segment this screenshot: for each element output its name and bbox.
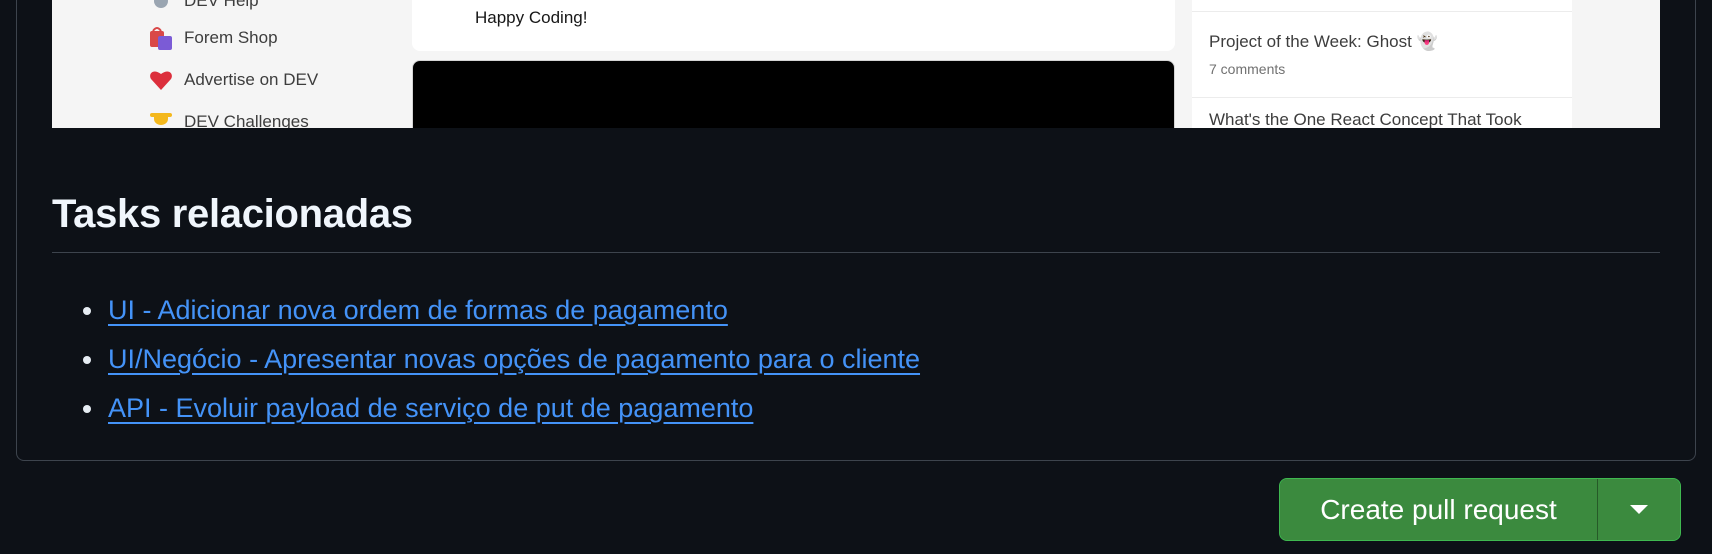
help-icon xyxy=(148,0,174,14)
post-meta: 7 comments xyxy=(1209,61,1286,77)
trophy-icon xyxy=(148,109,174,128)
section-heading: Tasks relacionadas xyxy=(52,192,413,236)
video-embed xyxy=(412,60,1175,128)
sidebar-item-forem-shop: Forem Shop xyxy=(148,23,278,53)
sidebar-item-advertise: Advertise on DEV xyxy=(148,65,318,95)
create-pull-request-button[interactable]: Create pull request xyxy=(1280,479,1598,540)
create-pr-button-group: Create pull request xyxy=(1279,478,1681,541)
embedded-screenshot: DEV Help Forem Shop Advertise on DEV DEV xyxy=(52,0,1660,128)
triangle-down-icon xyxy=(1630,505,1648,514)
post-title: Project of the Week: Ghost 👻 xyxy=(1209,32,1438,51)
article-card: Happy Coding! xyxy=(412,0,1175,51)
card-text: Happy Coding! xyxy=(475,8,588,27)
task-link[interactable]: API - Evoluir payload de serviço de put … xyxy=(108,393,753,424)
sidebar-item-dev-help: DEV Help xyxy=(148,0,259,16)
sidebar-item-dev-challenges: DEV Challenges xyxy=(148,107,309,128)
task-link[interactable]: UI - Adicionar nova ordem de formas de p… xyxy=(108,295,728,326)
task-link[interactable]: UI/Negócio - Apresentar novas opções de … xyxy=(108,344,920,375)
heading-divider xyxy=(52,252,1660,253)
sidebar-item-label: DEV Challenges xyxy=(184,112,309,128)
list-item: UI - Adicionar nova ordem de formas de p… xyxy=(80,286,920,335)
sidebar-item-label: Advertise on DEV xyxy=(184,70,319,89)
create-pr-dropdown-button[interactable] xyxy=(1598,479,1680,540)
shopping-bags-icon xyxy=(148,25,174,51)
sidebar-item-label: Forem Shop xyxy=(184,28,278,47)
list-item: API - Evoluir payload de serviço de put … xyxy=(80,384,920,433)
list-item: UI/Negócio - Apresentar novas opções de … xyxy=(80,335,920,384)
task-list: UI - Adicionar nova ordem de formas de p… xyxy=(80,286,920,433)
heart-icon xyxy=(148,67,174,93)
sidebar-item-label: DEV Help xyxy=(184,0,259,10)
page: DEV Help Forem Shop Advertise on DEV DEV xyxy=(0,0,1712,554)
right-column-listing: Project of the Week: Ghost 👻 7 comments … xyxy=(1192,0,1572,128)
next-post-title: What's the One React Concept That Took xyxy=(1209,110,1522,128)
